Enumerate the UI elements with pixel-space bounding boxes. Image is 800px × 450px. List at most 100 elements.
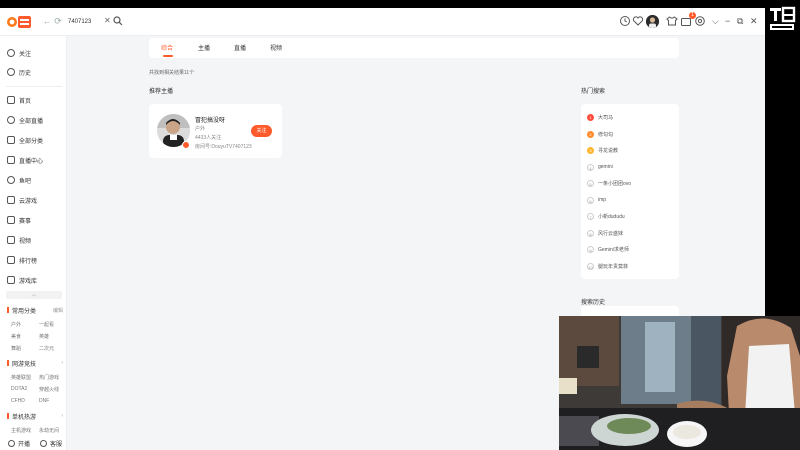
clear-icon[interactable]: ✕ bbox=[104, 16, 111, 26]
hot-item[interactable]: 7 小新dududu bbox=[587, 211, 625, 221]
section-title: 常用分类 bbox=[7, 306, 36, 315]
message-icon[interactable]: 1 bbox=[680, 12, 696, 27]
sidebar-item-label: 排行榜 bbox=[19, 258, 38, 265]
sidebar-item-label: 全部直播 bbox=[19, 118, 44, 125]
rank-icon bbox=[7, 256, 15, 264]
broadcast-button[interactable]: 开播 bbox=[8, 439, 30, 448]
anchor-name[interactable]: 冒犯搞没呀 bbox=[195, 115, 225, 124]
grid-icon bbox=[7, 136, 15, 144]
category-link[interactable]: 舞蹈 bbox=[11, 345, 21, 352]
follow-button[interactable]: 关注 bbox=[251, 125, 272, 137]
tab-live[interactable]: 直播 bbox=[234, 43, 246, 52]
hot-item[interactable]: 3 寻龙说教 bbox=[587, 145, 618, 155]
history-clock-icon[interactable] bbox=[619, 15, 631, 27]
shirt-icon[interactable] bbox=[666, 15, 678, 27]
hot-item[interactable]: 4 gemini bbox=[587, 162, 613, 172]
section-title: 单机热游 bbox=[7, 412, 36, 421]
refresh-icon[interactable]: ⟳ bbox=[53, 16, 63, 26]
category-link[interactable]: 户外 bbox=[11, 321, 21, 328]
accent-bar bbox=[7, 307, 9, 313]
sidebar-item-video[interactable]: 视频 bbox=[0, 232, 67, 248]
category-link[interactable]: 热门游戏 bbox=[39, 374, 59, 381]
clock-icon bbox=[7, 68, 15, 76]
screen: ← ⟳ 7407123 ✕ 1 ⌵ − ⧉ ✕ 关注 历史 首页 全部直播 全部… bbox=[0, 0, 800, 450]
gear-icon[interactable] bbox=[694, 15, 706, 27]
hot-item-text: 一条小团团ovo bbox=[598, 180, 632, 187]
accent-bar bbox=[7, 360, 9, 366]
trophy-icon bbox=[7, 216, 15, 224]
close-icon[interactable]: ✕ bbox=[750, 15, 758, 27]
category-link[interactable]: DNF bbox=[39, 398, 49, 404]
sidebar-item-home[interactable]: 首页 bbox=[0, 92, 67, 108]
center-icon bbox=[7, 156, 15, 164]
sidebar-item-label: 关注 bbox=[19, 51, 32, 58]
rank-badge: 10 bbox=[587, 262, 594, 270]
chevron-right-icon[interactable]: › bbox=[61, 413, 63, 419]
hot-item-text: 小新dududu bbox=[598, 213, 625, 220]
sidebar-item-history[interactable]: 历史 bbox=[0, 64, 67, 80]
sidebar-item-label: 视频 bbox=[19, 238, 32, 245]
window-menu-icon[interactable]: ⌵ bbox=[712, 15, 719, 27]
douyu-logo-icon[interactable] bbox=[6, 13, 32, 31]
service-icon bbox=[40, 440, 47, 447]
section-title: 网游竞技 bbox=[7, 359, 36, 368]
sidebar-item-live-center[interactable]: 直播中心 bbox=[0, 152, 67, 168]
minimize-icon[interactable]: − bbox=[725, 15, 730, 27]
sidebar-item-all-categories[interactable]: 全部分类 bbox=[0, 132, 67, 148]
search-icon[interactable] bbox=[113, 16, 123, 26]
tab-all[interactable]: 综合 bbox=[161, 43, 173, 52]
hot-item[interactable]: 10 腿玩年贵莫菲 bbox=[587, 261, 628, 271]
sidebar-item-label: 云游戏 bbox=[19, 198, 38, 205]
sidebar-item-rank[interactable]: 排行榜 bbox=[0, 252, 67, 268]
anchor-card[interactable]: 冒犯搞没呀 户外 4433人关注 房间号:DouyuTV7407123 关注 bbox=[149, 104, 282, 158]
restore-icon[interactable]: ⧉ bbox=[737, 15, 743, 27]
sidebar-item-all-live[interactable]: 全部直播 bbox=[0, 112, 67, 128]
anchor-followers: 4433人关注 bbox=[195, 135, 222, 141]
result-count: 共找到相关结果11个 bbox=[149, 70, 195, 76]
rank-badge: 7 bbox=[587, 212, 594, 220]
category-link[interactable]: CFHD bbox=[11, 398, 25, 404]
sidebar-item-events[interactable]: 赛事 bbox=[0, 212, 67, 228]
tab-video[interactable]: 视频 bbox=[270, 43, 282, 52]
category-link[interactable]: 主机游戏 bbox=[11, 427, 31, 434]
user-avatar[interactable] bbox=[646, 15, 659, 28]
chevron-right-icon[interactable]: › bbox=[61, 360, 63, 366]
sidebar-item-follow[interactable]: 关注 bbox=[0, 45, 67, 61]
hot-item[interactable]: 6 imp bbox=[587, 195, 606, 205]
hot-item[interactable]: 5 一条小团团ovo bbox=[587, 178, 631, 188]
hot-list: 1 大司马 2 修勾勾 3 寻龙说教 4 gemini 5 一条小团团ovo 6… bbox=[581, 104, 679, 279]
back-icon[interactable]: ← bbox=[42, 16, 52, 26]
hot-item[interactable]: 9 Gemini求老师 bbox=[587, 244, 629, 254]
sidebar-item-cloud-game[interactable]: 云游戏 bbox=[0, 192, 67, 208]
broadcast-label: 开播 bbox=[18, 442, 31, 448]
category-link[interactable]: 美食 bbox=[11, 333, 21, 340]
sidebar-item-label: 全部分类 bbox=[19, 138, 44, 145]
category-link[interactable]: 英雄联盟 bbox=[11, 374, 31, 381]
sidebar-item-label: 直播中心 bbox=[19, 158, 44, 165]
category-link[interactable]: 穿越火线 bbox=[39, 386, 59, 393]
category-link[interactable]: 英雄 bbox=[39, 333, 49, 340]
service-button[interactable]: 客服 bbox=[40, 439, 62, 448]
hot-item[interactable]: 8 风行云盛妹 bbox=[587, 228, 623, 238]
category-link[interactable]: 一起看 bbox=[39, 321, 54, 328]
sidebar: 关注 历史 首页 全部直播 全部分类 直播中心 鱼吧 云游戏 赛事 视频 排行榜… bbox=[0, 36, 67, 450]
webcam-scene bbox=[559, 316, 800, 450]
edit-link[interactable]: 编辑 bbox=[53, 307, 63, 314]
live-icon bbox=[7, 116, 15, 124]
sidebar-item-game-library[interactable]: 游戏库 bbox=[0, 272, 67, 288]
webcam-overlay bbox=[559, 316, 800, 450]
category-link[interactable]: 永劫无间 bbox=[39, 427, 59, 434]
accent-bar bbox=[7, 413, 9, 419]
tab-anchor[interactable]: 主播 bbox=[198, 43, 210, 52]
video-icon bbox=[7, 236, 15, 244]
category-link[interactable]: 二次元 bbox=[39, 345, 54, 352]
live-badge-icon bbox=[182, 141, 190, 149]
heart-icon[interactable] bbox=[632, 15, 644, 27]
hot-item[interactable]: 2 修勾勾 bbox=[587, 129, 613, 139]
heart-icon bbox=[7, 49, 15, 57]
collapse-toggle[interactable]: ︿ bbox=[6, 291, 62, 299]
category-link[interactable]: DOTA2 bbox=[11, 386, 27, 392]
sidebar-item-yuba[interactable]: 鱼吧 bbox=[0, 172, 67, 188]
hot-item[interactable]: 1 大司马 bbox=[587, 112, 613, 122]
hot-title: 热门搜索 bbox=[581, 89, 606, 95]
